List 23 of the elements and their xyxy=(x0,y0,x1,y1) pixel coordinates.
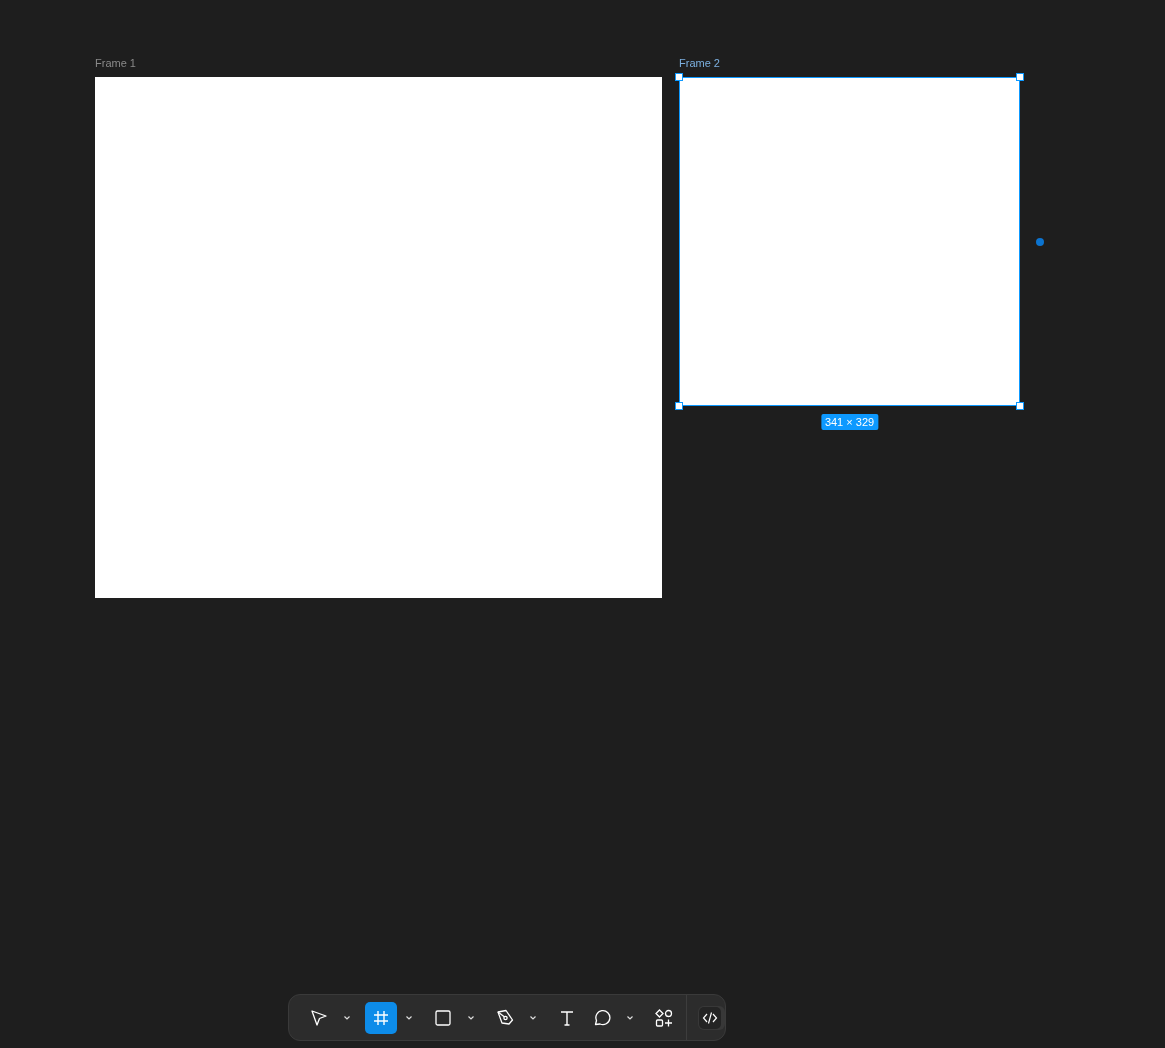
speech-bubble-icon xyxy=(592,1007,612,1028)
resize-handle[interactable] xyxy=(675,73,683,81)
shapes-plus-icon xyxy=(654,1007,674,1028)
frame-label[interactable]: Frame 2 xyxy=(679,56,720,70)
code-icon xyxy=(701,1010,718,1025)
caret-icon[interactable] xyxy=(467,1014,475,1021)
resize-handle[interactable] xyxy=(1016,73,1024,81)
connection-dot[interactable] xyxy=(1036,237,1044,246)
resize-handle[interactable] xyxy=(675,402,683,410)
cursor-icon xyxy=(309,1007,329,1028)
caret-icon[interactable] xyxy=(343,1014,351,1021)
hash-icon xyxy=(372,1008,390,1027)
size-badge: 341 × 329 xyxy=(820,414,879,430)
caret-icon[interactable] xyxy=(405,1014,413,1021)
square-icon xyxy=(434,1008,452,1027)
pen-icon xyxy=(495,1007,515,1028)
text-icon xyxy=(558,1008,576,1027)
dev-mode-toggle[interactable] xyxy=(697,1005,725,1030)
frame-label[interactable]: Frame 1 xyxy=(95,56,136,70)
caret-icon[interactable] xyxy=(626,1014,634,1021)
caret-icon[interactable] xyxy=(529,1014,537,1021)
frame-tool-button[interactable] xyxy=(365,1001,397,1034)
resize-handle[interactable] xyxy=(1016,402,1024,410)
